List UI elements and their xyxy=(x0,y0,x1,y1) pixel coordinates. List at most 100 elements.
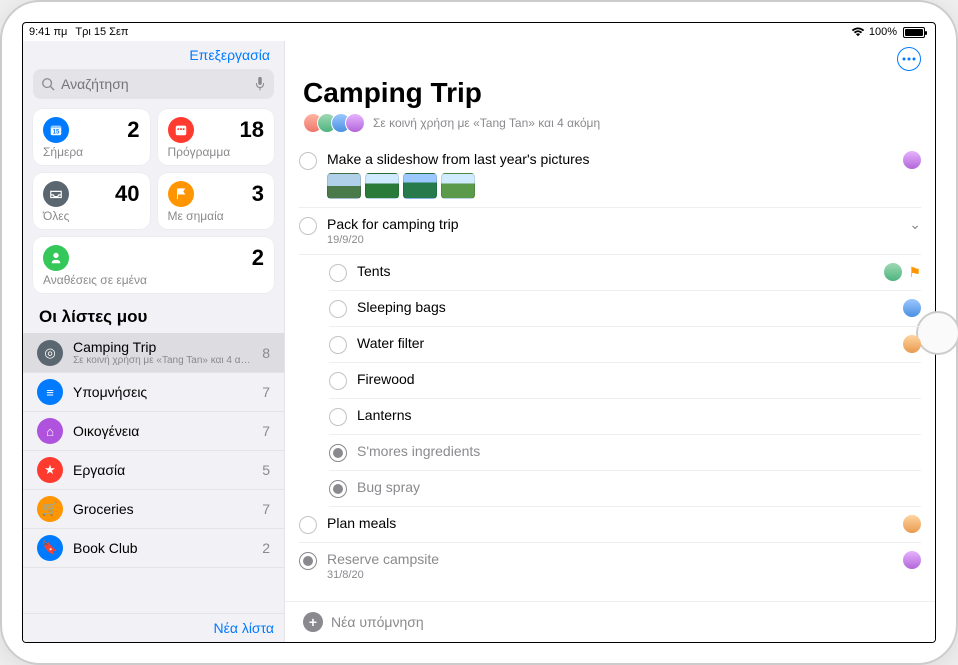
assignee-avatar xyxy=(903,335,921,353)
card-flagged[interactable]: 3 Με σημαία xyxy=(158,173,275,229)
list-name: Camping Trip xyxy=(73,339,252,355)
chevron-down-icon[interactable]: ⌄ xyxy=(909,216,921,233)
thumbnail[interactable] xyxy=(365,173,399,199)
avatar xyxy=(345,113,365,133)
list-icon: 🔖 xyxy=(37,535,63,561)
assignee-avatar xyxy=(903,299,921,317)
shared-text: Σε κοινή χρήση με «Tang Tan» και 4 ακόμη xyxy=(373,116,600,130)
reminder-title: Tents xyxy=(357,263,874,279)
card-assigned-label: Αναθέσεις σε εμένα xyxy=(43,273,264,287)
calendar-icon xyxy=(168,117,194,143)
card-today[interactable]: 15 2 Σήμερα xyxy=(33,109,150,165)
sidebar-list-item[interactable]: ★Εργασία5 xyxy=(23,451,284,490)
list-count: 7 xyxy=(262,384,270,400)
reminder-date: 31/8/20 xyxy=(327,569,893,581)
card-schedule-count: 18 xyxy=(240,117,264,143)
thumbnail[interactable] xyxy=(327,173,361,199)
sidebar-list-item[interactable]: 🔖Book Club2 xyxy=(23,529,284,568)
completion-circle[interactable] xyxy=(329,444,347,462)
reminder-item[interactable]: Sleeping bags xyxy=(329,291,921,327)
reminder-title: Lanterns xyxy=(357,407,911,423)
detail-pane: Camping Trip Σε κοινή χρήση με «Tang Tan… xyxy=(285,41,935,642)
reminder-item[interactable]: Pack for camping trip 19/9/20 ⌄ xyxy=(299,208,921,255)
card-all[interactable]: 40 Όλες xyxy=(33,173,150,229)
list-count: 7 xyxy=(262,501,270,517)
reminder-title: Pack for camping trip xyxy=(327,216,899,232)
assignee-avatar xyxy=(884,263,902,281)
reminder-title: Firewood xyxy=(357,371,911,387)
reminder-item[interactable]: S'mores ingredients xyxy=(329,435,921,471)
list-icon: 🛒 xyxy=(37,496,63,522)
calendar-today-icon: 15 xyxy=(43,117,69,143)
completion-circle[interactable] xyxy=(299,152,317,170)
list-title: Camping Trip xyxy=(285,71,935,111)
reminder-item[interactable]: Firewood xyxy=(329,363,921,399)
assignee-avatar xyxy=(903,515,921,533)
reminder-title: Bug spray xyxy=(357,479,911,495)
attachment-thumbnails[interactable] xyxy=(327,173,893,199)
lists-header: Οι λίστες μου xyxy=(23,303,284,333)
list-name: Εργασία xyxy=(73,462,252,478)
sidebar-list-item[interactable]: ≡Υπομνήσεις7 xyxy=(23,373,284,412)
list-count: 8 xyxy=(262,345,270,361)
completion-circle[interactable] xyxy=(329,264,347,282)
reminder-title: Water filter xyxy=(357,335,893,351)
list-icon: ⌂ xyxy=(37,418,63,444)
reminder-item[interactable]: Reserve campsite31/8/20 xyxy=(299,543,921,589)
battery-icon xyxy=(903,27,925,38)
search-icon xyxy=(41,77,55,91)
status-bar: 9:41 πμ Τρι 15 Σεπ 100% xyxy=(23,23,935,41)
sidebar-list-item[interactable]: ⌂Οικογένεια7 xyxy=(23,412,284,451)
reminder-item[interactable]: Water filter xyxy=(329,327,921,363)
search-field[interactable] xyxy=(33,69,274,99)
reminder-title: Make a slideshow from last year's pictur… xyxy=(327,151,893,167)
assignee-avatar xyxy=(903,551,921,569)
shared-avatars xyxy=(303,113,365,133)
completion-circle[interactable] xyxy=(299,217,317,235)
shared-row[interactable]: Σε κοινή χρήση με «Tang Tan» και 4 ακόμη xyxy=(285,111,935,143)
battery-percent: 100% xyxy=(869,26,897,38)
list-name: Υπομνήσεις xyxy=(73,384,252,400)
reminder-date: 19/9/20 xyxy=(327,234,899,246)
reminder-item[interactable]: Tents⚑ xyxy=(329,255,921,291)
completion-circle[interactable] xyxy=(329,300,347,318)
reminder-item[interactable]: Bug spray xyxy=(329,471,921,507)
thumbnail[interactable] xyxy=(403,173,437,199)
list-name: Groceries xyxy=(73,501,252,517)
thumbnail[interactable] xyxy=(441,173,475,199)
edit-button[interactable]: Επεξεργασία xyxy=(33,45,274,69)
reminder-title: S'mores ingredients xyxy=(357,443,911,459)
completion-circle[interactable] xyxy=(329,372,347,390)
list-count: 5 xyxy=(262,462,270,478)
card-flagged-label: Με σημαία xyxy=(168,209,265,223)
more-button[interactable] xyxy=(897,47,921,71)
list-count: 7 xyxy=(262,423,270,439)
mic-icon[interactable] xyxy=(254,76,266,92)
reminder-item[interactable]: Lanterns xyxy=(329,399,921,435)
completion-circle[interactable] xyxy=(299,552,317,570)
svg-text:15: 15 xyxy=(53,129,60,136)
sidebar-list-item[interactable]: 🛒 Groceries 7 xyxy=(23,490,284,529)
reminder-item[interactable]: Plan meals xyxy=(299,507,921,543)
reminder-title: Plan meals xyxy=(327,515,893,531)
home-button[interactable] xyxy=(916,311,958,355)
ellipsis-icon xyxy=(902,57,916,61)
new-list-button[interactable]: Νέα λίστα xyxy=(23,613,284,642)
card-schedule[interactable]: 18 Πρόγραμμα xyxy=(158,109,275,165)
search-input[interactable] xyxy=(61,76,248,92)
list-icon: ◎ xyxy=(37,340,63,366)
completion-circle[interactable] xyxy=(329,408,347,426)
new-reminder-button[interactable]: + Νέα υπόμνηση xyxy=(285,601,935,642)
completion-circle[interactable] xyxy=(329,336,347,354)
reminder-title: Sleeping bags xyxy=(357,299,893,315)
plus-icon: + xyxy=(303,612,323,632)
list-name: Book Club xyxy=(73,540,252,556)
card-today-label: Σήμερα xyxy=(43,145,140,159)
card-all-count: 40 xyxy=(115,181,139,207)
card-assigned[interactable]: 2 Αναθέσεις σε εμένα xyxy=(33,237,274,293)
card-today-count: 2 xyxy=(127,117,139,143)
reminder-item[interactable]: Make a slideshow from last year's pictur… xyxy=(299,143,921,208)
sidebar-list-item[interactable]: ◎Camping TripΣε κοινή χρήση με «Tang Tan… xyxy=(23,333,284,373)
completion-circle[interactable] xyxy=(299,516,317,534)
completion-circle[interactable] xyxy=(329,480,347,498)
